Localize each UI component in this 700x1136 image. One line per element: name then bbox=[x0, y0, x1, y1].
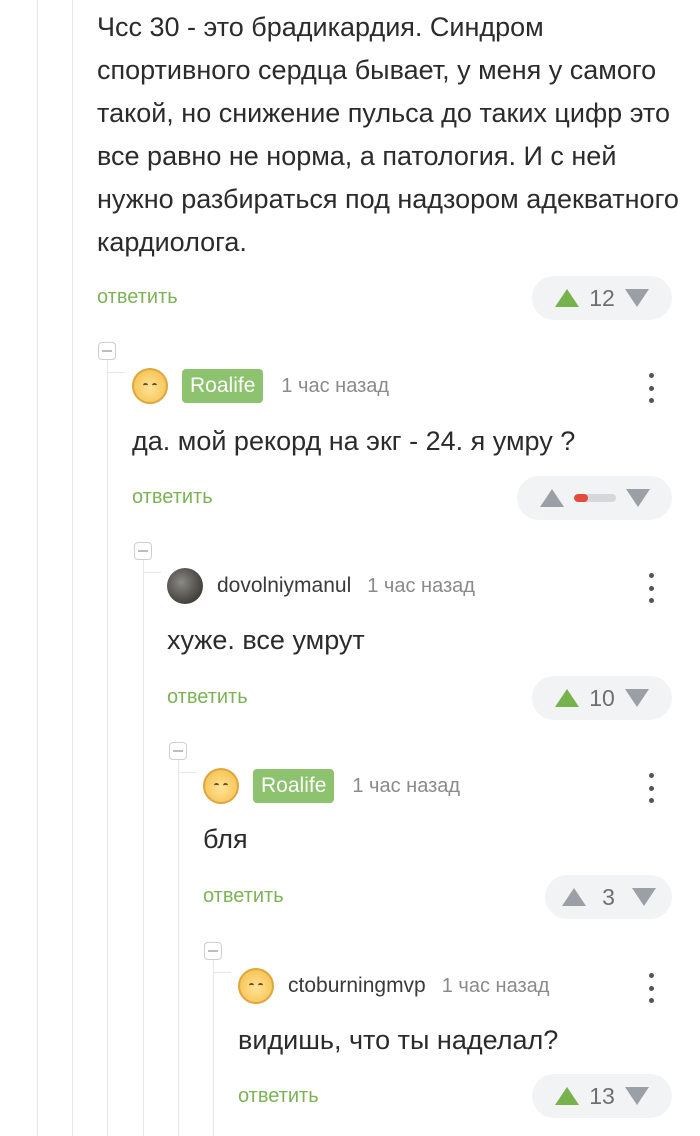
kebab-icon[interactable] bbox=[646, 773, 656, 803]
kebab-icon[interactable] bbox=[646, 373, 656, 403]
comment-header: Roalife 1 час назад bbox=[132, 368, 389, 404]
timestamp: 1 час назад bbox=[367, 574, 475, 597]
thread-line bbox=[37, 0, 38, 1136]
vote-panel: 13 bbox=[532, 1074, 672, 1118]
collapse-minus-icon[interactable] bbox=[134, 542, 152, 560]
thread-line bbox=[107, 360, 108, 1136]
author-badge[interactable]: Roalife bbox=[253, 769, 335, 803]
collapse-minus-icon[interactable] bbox=[98, 342, 116, 360]
comment-text: Чсс 30 - это брадикардия. Синдром спорти… bbox=[97, 12, 679, 257]
triangle-down-icon[interactable] bbox=[625, 289, 649, 307]
collapse-minus-icon[interactable] bbox=[204, 942, 222, 960]
reply-link[interactable]: ответить bbox=[132, 486, 213, 509]
triangle-down-icon[interactable] bbox=[625, 689, 649, 707]
triangle-up-icon[interactable] bbox=[555, 289, 579, 307]
comment-header: ctoburningmvp 1 час назад bbox=[238, 968, 549, 1004]
avatar[interactable] bbox=[238, 968, 274, 1004]
thread-connector bbox=[213, 972, 231, 973]
reply-link[interactable]: ответить bbox=[97, 286, 178, 309]
rating-bar-fill bbox=[573, 494, 589, 502]
thread-line bbox=[213, 960, 214, 1136]
comment-header: dovolniymanul 1 час назад bbox=[167, 568, 475, 604]
vote-panel: 3 bbox=[545, 875, 672, 919]
thread-line bbox=[72, 0, 73, 1136]
triangle-down-icon[interactable] bbox=[625, 1087, 649, 1105]
vote-count: 12 bbox=[589, 284, 615, 311]
triangle-up-icon[interactable] bbox=[555, 689, 579, 707]
timestamp: 1 час назад bbox=[441, 974, 550, 997]
author-badge[interactable]: Roalife bbox=[182, 369, 264, 403]
thread-connector bbox=[143, 572, 161, 573]
timestamp: 1 час назад bbox=[352, 774, 461, 797]
vote-count: 13 bbox=[589, 1082, 615, 1109]
triangle-down-icon[interactable] bbox=[625, 489, 650, 507]
thread-line bbox=[178, 760, 179, 1136]
author-name[interactable]: dovolniymanul bbox=[217, 574, 351, 598]
reply-link[interactable]: ответить bbox=[167, 686, 248, 709]
vote-panel: 10 bbox=[532, 676, 672, 720]
reply-link[interactable]: ответить bbox=[238, 1085, 319, 1108]
triangle-up-icon[interactable] bbox=[555, 1087, 579, 1105]
author-name[interactable]: ctoburningmvp bbox=[288, 974, 426, 998]
avatar[interactable] bbox=[167, 568, 203, 604]
kebab-icon[interactable] bbox=[646, 573, 656, 603]
triangle-up-icon[interactable] bbox=[561, 888, 586, 906]
timestamp: 1 час назад bbox=[281, 374, 390, 397]
vote-count: 3 bbox=[602, 883, 615, 910]
comment-header: Roalife 1 час назад bbox=[203, 768, 460, 804]
vote-count: 10 bbox=[589, 684, 615, 711]
triangle-up-icon[interactable] bbox=[539, 489, 564, 507]
kebab-icon[interactable] bbox=[646, 973, 656, 1003]
comment-text: видишь, что ты наделал? bbox=[238, 1025, 559, 1055]
vote-panel: 12 bbox=[532, 276, 672, 320]
triangle-down-icon[interactable] bbox=[631, 888, 656, 906]
thread-line bbox=[143, 560, 144, 1136]
comment-text: да. мой рекорд на экг - 24. я умру ? bbox=[132, 426, 576, 456]
collapse-minus-icon[interactable] bbox=[169, 742, 187, 760]
avatar[interactable] bbox=[203, 768, 239, 804]
avatar[interactable] bbox=[132, 368, 168, 404]
thread-connector bbox=[107, 372, 125, 373]
comment-text: бля bbox=[203, 824, 248, 854]
rating-bar bbox=[573, 494, 616, 502]
comment-text: хуже. все умрут bbox=[167, 625, 365, 655]
reply-link[interactable]: ответить bbox=[203, 885, 284, 908]
thread-connector bbox=[178, 772, 196, 773]
vote-panel bbox=[517, 476, 672, 520]
